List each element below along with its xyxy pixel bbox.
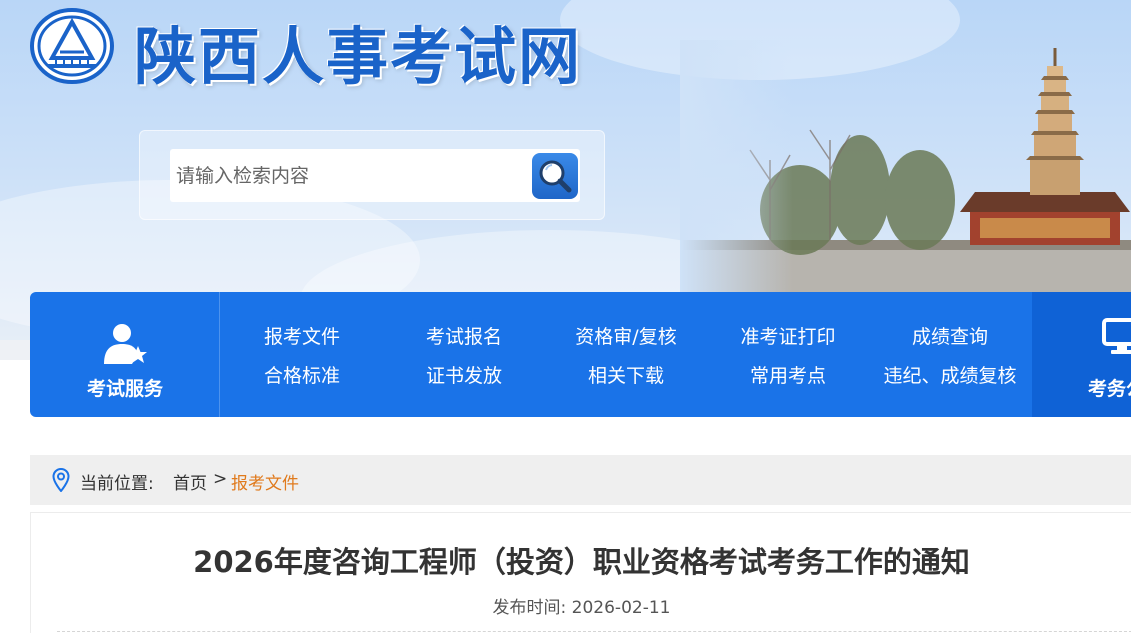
exam-affairs-block[interactable]: 考务公 — [1032, 292, 1131, 417]
magnifier-icon — [539, 160, 572, 193]
pagoda-scenery-image — [680, 40, 1131, 300]
publish-label: 发布时间: — [492, 598, 567, 618]
nav-link-downloads[interactable]: 相关下载 — [541, 361, 711, 388]
exam-service-label: 考试服务 — [86, 378, 163, 400]
site-title[interactable]: 陕西人事考试网 — [134, 6, 582, 96]
nav-link-admission-ticket[interactable]: 准考证打印 — [703, 322, 873, 349]
article-divider — [57, 631, 1131, 632]
nav-link-pass-standard[interactable]: 合格标准 — [217, 361, 387, 388]
article-title: 2026年度咨询工程师（投资）职业资格考试考务工作的通知 — [193, 545, 970, 579]
publish-info: 发布时间: 2026-02-11 — [31, 593, 1131, 618]
search-button[interactable] — [532, 153, 578, 199]
search-panel — [139, 130, 605, 220]
breadcrumb-prefix: 当前位置: — [80, 474, 154, 494]
breadcrumb-home-link[interactable]: 首页 — [173, 469, 207, 494]
breadcrumb-separator: > — [213, 469, 228, 489]
publish-date: 2026-02-11 — [571, 598, 671, 618]
site-logo-icon[interactable] — [30, 8, 114, 84]
user-star-icon — [104, 324, 147, 364]
nav-link-violation-review[interactable]: 违纪、成绩复核 — [865, 361, 1035, 388]
article-panel: 2026年度咨询工程师（投资）职业资格考试考务工作的通知 发布时间: 2026-… — [30, 512, 1131, 633]
nav-link-exam-registration[interactable]: 考试报名 — [379, 322, 549, 349]
breadcrumb-current-link[interactable]: 报考文件 — [231, 469, 299, 494]
exam-affairs-label: 考务公 — [1088, 378, 1131, 400]
breadcrumb: 当前位置: 首页 > 报考文件 — [30, 455, 1131, 505]
nav-link-exam-sites[interactable]: 常用考点 — [703, 361, 873, 388]
nav-link-exam-documents[interactable]: 报考文件 — [217, 322, 387, 349]
nav-link-qualification-review[interactable]: 资格审/复核 — [541, 322, 711, 349]
nav-link-certificate-issue[interactable]: 证书发放 — [379, 361, 549, 388]
monitor-icon — [1102, 318, 1131, 354]
exam-service-block[interactable]: 考试服务 — [30, 292, 220, 417]
search-input[interactable] — [170, 149, 580, 202]
main-nav: 考试服务 报考文件 考试报名 资格审/复核 准考证打印 成绩查询 合格标准 证书… — [30, 292, 1131, 417]
location-pin-icon — [52, 468, 70, 492]
nav-link-score-query[interactable]: 成绩查询 — [865, 322, 1035, 349]
